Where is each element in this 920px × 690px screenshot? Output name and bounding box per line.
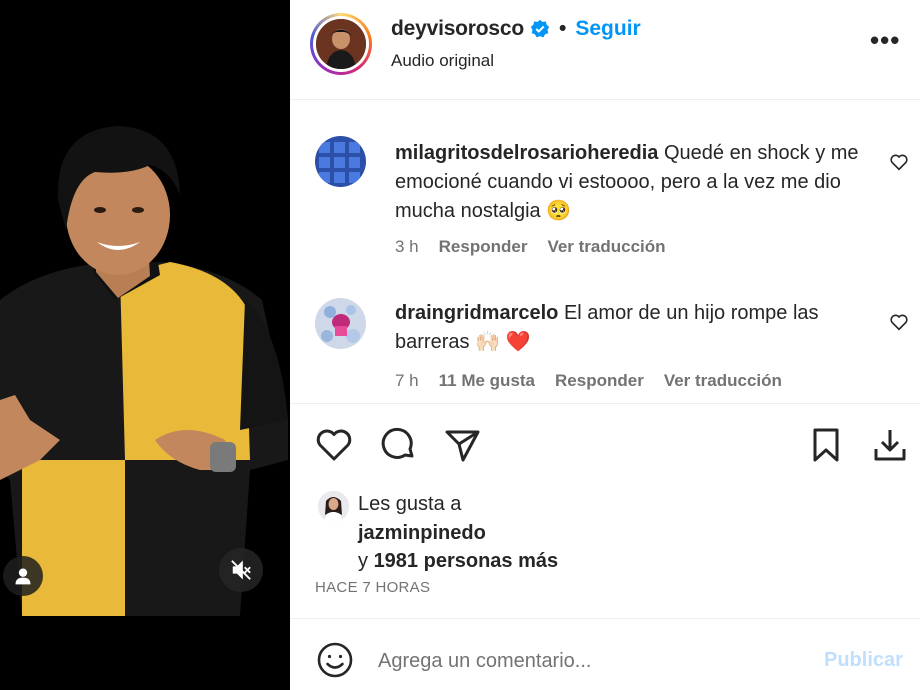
like-comment-heart-icon[interactable] bbox=[888, 311, 910, 333]
follow-button[interactable]: Seguir bbox=[575, 17, 640, 41]
audio-label[interactable]: Audio original bbox=[391, 51, 494, 71]
comment-username[interactable]: draingridmarcelo bbox=[395, 302, 558, 324]
comment-icon[interactable] bbox=[378, 425, 418, 465]
reply-button[interactable]: Responder bbox=[439, 237, 528, 257]
owner-username[interactable]: deyvisorosco bbox=[391, 17, 524, 41]
post-actions-bar bbox=[290, 403, 920, 488]
separator-dot: • bbox=[559, 17, 567, 40]
post-timestamp[interactable]: HACE 7 HORAS bbox=[315, 579, 430, 596]
likes-others-count[interactable]: 1981 personas más bbox=[374, 550, 559, 572]
likes-others[interactable]: y 1981 personas más bbox=[358, 550, 558, 573]
comment-meta: 7 h 11 Me gusta Responder Ver traducción bbox=[395, 371, 782, 391]
likes-and: y bbox=[358, 550, 368, 572]
comment-text: milagritosdelrosarioheredia Quedé en sho… bbox=[395, 139, 860, 226]
translate-button[interactable]: Ver traducción bbox=[664, 371, 782, 391]
comments-list: milagritosdelrosarioheredia Quedé en sho… bbox=[290, 101, 920, 403]
owner-avatar[interactable] bbox=[310, 13, 372, 75]
liker-username[interactable]: jazminpinedo bbox=[358, 522, 486, 545]
share-icon[interactable] bbox=[442, 425, 482, 465]
likes-prefix: Les gusta a bbox=[358, 493, 462, 515]
commenter-avatar[interactable] bbox=[315, 136, 366, 187]
commenter-avatar[interactable] bbox=[315, 298, 366, 349]
save-bookmark-icon[interactable] bbox=[806, 425, 846, 465]
post-header: deyvisorosco • Seguir Audio original ••• bbox=[290, 0, 920, 100]
post-video[interactable] bbox=[0, 0, 290, 690]
user-icon bbox=[15, 568, 31, 585]
mute-button[interactable] bbox=[219, 548, 263, 592]
reply-button[interactable]: Responder bbox=[555, 371, 644, 391]
publish-button[interactable]: Publicar bbox=[824, 649, 903, 672]
comment-username[interactable]: milagritosdelrosarioheredia bbox=[395, 142, 658, 164]
more-options-icon[interactable]: ••• bbox=[870, 27, 900, 53]
add-comment-bar: Publicar bbox=[290, 618, 920, 690]
heart-icon[interactable] bbox=[314, 425, 354, 465]
comment-text: draingridmarcelo El amor de un hijo romp… bbox=[395, 299, 860, 357]
tagged-user-button[interactable] bbox=[3, 556, 43, 596]
comment-likes-count[interactable]: 11 Me gusta bbox=[439, 371, 535, 391]
comment-input[interactable] bbox=[378, 647, 798, 675]
comment-meta: 3 h Responder Ver traducción bbox=[395, 237, 666, 257]
comment-time[interactable]: 7 h bbox=[395, 371, 419, 391]
translate-button[interactable]: Ver traducción bbox=[547, 237, 665, 257]
download-icon[interactable] bbox=[870, 425, 910, 465]
comment-time[interactable]: 3 h bbox=[395, 237, 419, 257]
like-comment-heart-icon[interactable] bbox=[888, 151, 910, 173]
speaker-muted-icon bbox=[231, 560, 251, 580]
verified-badge-icon bbox=[530, 19, 550, 38]
post-details-panel: deyvisorosco • Seguir Audio original •••… bbox=[290, 0, 920, 690]
emoji-icon[interactable] bbox=[316, 641, 354, 679]
liker-avatar[interactable] bbox=[318, 491, 349, 522]
